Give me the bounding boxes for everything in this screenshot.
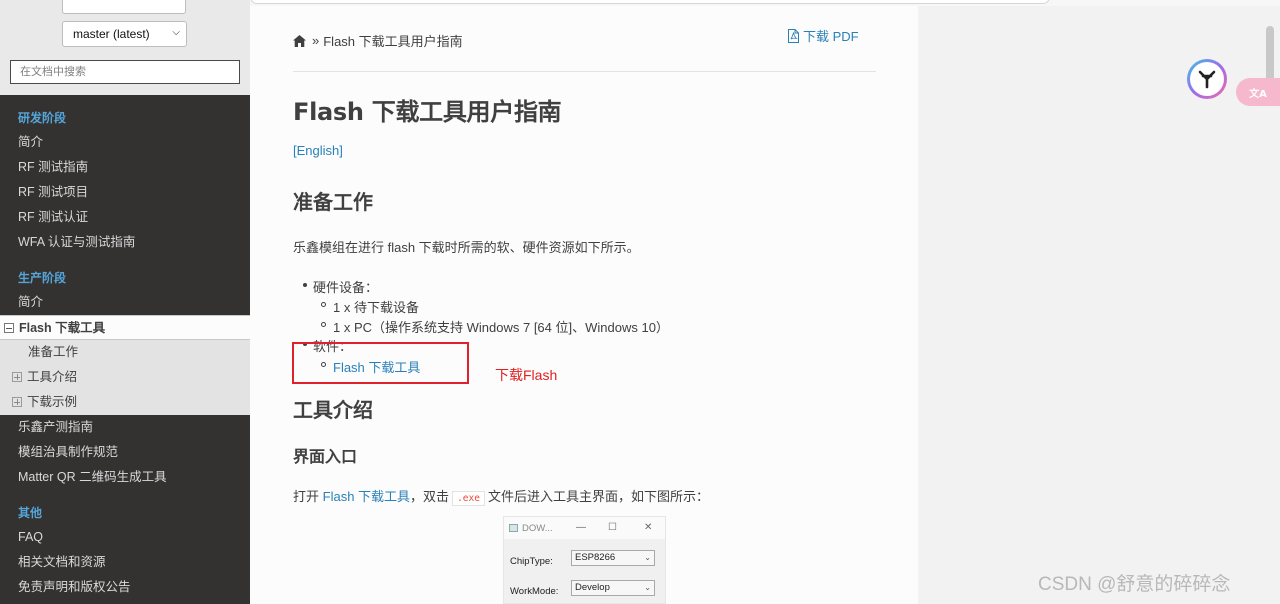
sidebar-item-fixture-spec[interactable]: 模组治具制作规范 bbox=[0, 440, 250, 465]
version-select[interactable]: master (latest) ⌵ bbox=[62, 21, 187, 47]
search-input[interactable] bbox=[10, 60, 240, 84]
pdf-icon bbox=[788, 28, 799, 43]
breadcrumb-current: Flash 下载工具用户指南 bbox=[323, 34, 463, 49]
sidebar-search-area: master (latest) ⌵ bbox=[0, 0, 250, 95]
sidebar-item-matter-qr[interactable]: Matter QR 二维码生成工具 bbox=[0, 465, 250, 490]
hardware-item: 1 x 待下载设备 bbox=[333, 300, 419, 315]
hardware-label: 硬件设备： bbox=[313, 280, 379, 295]
sidebar-nav: 研发阶段 简介 RF 测试指南 RF 测试项目 RF 测试认证 WFA 认证与测… bbox=[0, 95, 250, 600]
sidebar-item-tool-intro[interactable]: 工具介绍 bbox=[0, 365, 250, 390]
expand-icon[interactable] bbox=[12, 372, 22, 382]
project-logo-fragment[interactable] bbox=[62, 0, 186, 14]
extension-icon[interactable] bbox=[1187, 59, 1227, 99]
work-mode-select: Develop ⌄ bbox=[571, 580, 655, 596]
collapse-icon[interactable] bbox=[4, 323, 14, 333]
tool-title: DOW... bbox=[522, 522, 553, 534]
bullet-circle bbox=[321, 302, 326, 307]
hardware-item: 1 x PC（操作系统支持 Windows 7 [64 位]、Windows 1… bbox=[333, 320, 669, 335]
maximize-icon: ☐ bbox=[608, 522, 617, 533]
english-link[interactable]: [English] bbox=[293, 143, 343, 158]
breadcrumb-separator: » bbox=[312, 33, 320, 48]
download-pdf-link[interactable]: 下载 PDF bbox=[788, 26, 859, 45]
sidebar: master (latest) ⌵ 研发阶段 简介 RF 测试指南 RF 测试项… bbox=[0, 0, 250, 604]
expand-icon[interactable] bbox=[12, 397, 22, 407]
scrollbar-thumb[interactable] bbox=[1266, 26, 1274, 84]
entry-text: 打开 Flash 下载工具，双击 .exe 文件后进入工具主界面，如下图所示： bbox=[293, 486, 709, 506]
entry-heading: 界面入口 bbox=[293, 447, 358, 466]
work-mode-value: Develop bbox=[575, 582, 610, 593]
watermark: CSDN @舒意的碎碎念 bbox=[1038, 574, 1231, 595]
chevron-down-icon: ⌵ bbox=[172, 27, 180, 38]
sidebar-item-label: Flash 下载工具 bbox=[19, 321, 106, 335]
nav-caption-prod: 生产阶段 bbox=[18, 271, 67, 285]
version-select-value: master (latest) bbox=[73, 27, 150, 41]
close-icon: ✕ bbox=[644, 522, 653, 533]
page-title: Flash 下载工具用户指南 bbox=[293, 98, 562, 126]
entry-text-suffix: 文件后进入工具主界面，如下图所示： bbox=[487, 489, 709, 504]
annotation-label: 下载Flash bbox=[495, 367, 558, 383]
header-divider bbox=[293, 71, 876, 72]
prep-heading: 准备工作 bbox=[293, 190, 373, 214]
home-icon[interactable] bbox=[293, 34, 306, 47]
entry-text-prefix: 打开 bbox=[293, 489, 320, 504]
address-bar-fragment[interactable] bbox=[250, 0, 1050, 4]
work-mode-label: WorkMode: bbox=[510, 586, 559, 597]
bullet-circle bbox=[321, 322, 326, 327]
chip-type-select: ESP8266 ⌄ bbox=[571, 550, 655, 566]
translate-button[interactable]: 文A bbox=[1236, 78, 1280, 106]
translate-icon: 文A bbox=[1249, 88, 1267, 100]
assistant-logo-icon bbox=[1198, 70, 1216, 89]
sidebar-item-rf-test-items[interactable]: RF 测试项目 bbox=[0, 180, 250, 205]
minimize-icon: — bbox=[576, 522, 586, 533]
entry-flash-tool-link[interactable]: Flash 下载工具 bbox=[323, 489, 410, 504]
sidebar-item-wfa-certification[interactable]: WFA 认证与测试指南 bbox=[0, 230, 250, 255]
download-pdf-label: 下载 PDF bbox=[803, 29, 859, 44]
chip-type-label: ChipType: bbox=[510, 556, 553, 567]
sidebar-item-rf-certification[interactable]: RF 测试认证 bbox=[0, 205, 250, 230]
content-page: » Flash 下载工具用户指南 下载 PDF Flash 下载工具用户指南 [… bbox=[250, 6, 918, 604]
sidebar-item-faq[interactable]: FAQ bbox=[0, 525, 250, 550]
exe-code: .exe bbox=[452, 491, 485, 506]
sidebar-item-prod-intro[interactable]: 简介 bbox=[0, 290, 250, 315]
tool-screenshot: DOW... — ☐ ✕ ChipType: ESP8266 ⌄ WorkMode… bbox=[503, 516, 666, 604]
sidebar-item-download-example[interactable]: 下载示例 bbox=[0, 390, 250, 415]
sidebar-item-prep[interactable]: 准备工作 bbox=[0, 340, 250, 365]
nav-caption-dev: 研发阶段 bbox=[18, 111, 67, 125]
sidebar-item-rf-test-guide[interactable]: RF 测试指南 bbox=[0, 155, 250, 180]
bullet-dot bbox=[303, 283, 307, 287]
app-icon bbox=[509, 524, 518, 532]
chevron-down-icon: ⌄ bbox=[644, 583, 651, 592]
sidebar-item-label: 工具介绍 bbox=[27, 370, 78, 384]
breadcrumb: » Flash 下载工具用户指南 bbox=[293, 31, 463, 50]
entry-text-mid: ，双击 bbox=[410, 489, 450, 504]
sidebar-item-disclaimer[interactable]: 免责声明和版权公告 bbox=[0, 575, 250, 600]
chevron-down-icon: ⌄ bbox=[644, 553, 651, 562]
annotation-box bbox=[292, 342, 469, 384]
sidebar-item-dev-intro[interactable]: 简介 bbox=[0, 130, 250, 155]
tool-intro-heading: 工具介绍 bbox=[293, 398, 373, 422]
sidebar-item-flash-tool[interactable]: Flash 下载工具 bbox=[0, 315, 250, 340]
sidebar-item-related-docs[interactable]: 相关文档和资源 bbox=[0, 550, 250, 575]
prep-text: 乐鑫模组在进行 flash 下载时所需的软、硬件资源如下所示。 bbox=[293, 240, 640, 255]
sidebar-item-factory-test[interactable]: 乐鑫产测指南 bbox=[0, 415, 250, 440]
nav-caption-other: 其他 bbox=[18, 506, 43, 520]
sidebar-item-label: 下载示例 bbox=[27, 395, 78, 409]
chip-type-value: ESP8266 bbox=[575, 552, 616, 563]
